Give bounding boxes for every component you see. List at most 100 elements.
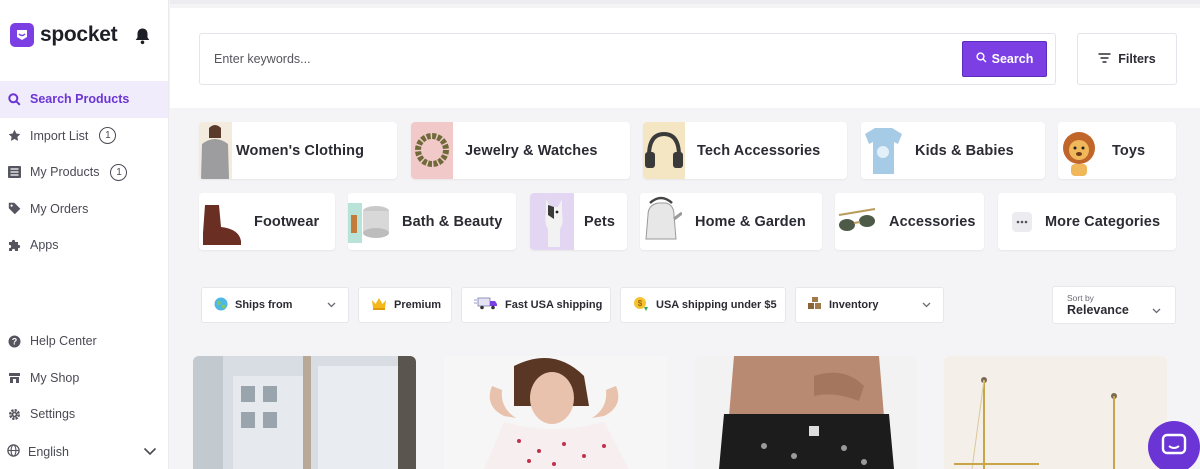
category-label: Kids & Babies — [915, 142, 1014, 159]
tech-accessories-thumbnail — [643, 122, 685, 179]
accessories-thumbnail — [835, 193, 879, 250]
category-home-garden[interactable]: Home & Garden — [640, 193, 822, 250]
category-womens-clothing[interactable]: Women's Clothing — [199, 122, 397, 179]
sort-caption: Sort by — [1067, 293, 1094, 303]
chip-label: Fast USA shipping — [505, 299, 603, 311]
sidebar-item-my-orders[interactable]: My Orders — [0, 191, 168, 228]
sidebar-item-help-center[interactable]: ? Help Center — [0, 323, 168, 360]
search-icon — [7, 92, 21, 106]
puzzle-icon — [7, 238, 21, 252]
sidebar-item-my-products[interactable]: My Products 1 — [0, 154, 168, 191]
more-dots-icon — [1012, 211, 1032, 232]
sidebar-secondary-nav: ? Help Center My Shop Settings — [0, 323, 168, 433]
gear-icon — [7, 407, 21, 421]
search-icon — [976, 52, 987, 66]
chat-support-button[interactable] — [1148, 421, 1200, 469]
category-kids-babies[interactable]: Kids & Babies — [861, 122, 1045, 179]
my-products-count-badge: 1 — [110, 163, 128, 181]
category-jewelry-watches[interactable]: Jewelry & Watches — [411, 122, 630, 179]
top-band — [170, 0, 1200, 4]
category-label: More Categories — [1045, 213, 1161, 230]
spocket-logo[interactable]: spocket — [10, 23, 118, 47]
category-pets[interactable]: Pets — [530, 193, 627, 250]
sidebar-item-label: Settings — [30, 407, 76, 422]
category-bath-beauty[interactable]: Bath & Beauty — [348, 193, 516, 250]
sidebar-item-my-shop[interactable]: My Shop — [0, 360, 168, 397]
search-button-label: Search — [991, 52, 1034, 66]
womens-clothing-thumbnail — [199, 122, 232, 179]
import-list-count-badge: 1 — [99, 127, 117, 145]
category-accessories[interactable]: Accessories — [835, 193, 984, 250]
chip-label: Inventory — [829, 299, 879, 311]
product-card[interactable] — [193, 356, 416, 469]
product-image — [944, 356, 1167, 469]
sidebar-item-apps[interactable]: Apps — [0, 227, 168, 264]
usa-shipping-under-5-chip[interactable]: $ USA shipping under $5 — [620, 287, 786, 323]
product-card[interactable] — [944, 356, 1167, 469]
category-footwear[interactable]: Footwear — [199, 193, 335, 250]
search-bar: Search — [199, 33, 1056, 85]
svg-text:?: ? — [11, 336, 17, 346]
jewelry-watches-thumbnail — [411, 122, 453, 179]
chip-label: Ships from — [235, 299, 293, 311]
search-input[interactable] — [214, 34, 954, 84]
category-more-categories[interactable]: More Categories — [998, 193, 1176, 250]
premium-filter-chip[interactable]: Premium — [358, 287, 452, 323]
sidebar-item-search-products[interactable]: Search Products — [0, 81, 168, 118]
chevron-down-icon — [327, 299, 336, 311]
search-button[interactable]: Search — [962, 41, 1047, 77]
crown-icon — [371, 297, 387, 313]
chip-label: USA shipping under $5 — [656, 299, 777, 311]
toys-thumbnail — [1058, 122, 1100, 179]
category-label: Home & Garden — [695, 213, 806, 230]
sidebar-item-label: Help Center — [30, 334, 97, 349]
svg-text:$: $ — [638, 299, 643, 308]
fast-usa-shipping-chip[interactable]: Fast USA shipping — [461, 287, 611, 323]
ships-from-dropdown[interactable]: Ships from — [201, 287, 349, 323]
star-icon — [7, 129, 21, 143]
globe-icon — [7, 444, 20, 460]
globe-icon — [214, 297, 228, 314]
filters-button[interactable]: Filters — [1077, 33, 1177, 85]
filter-lines-icon — [1098, 52, 1111, 66]
home-garden-thumbnail — [640, 193, 683, 250]
category-label: Footwear — [254, 213, 320, 230]
language-selector[interactable]: English — [7, 444, 157, 460]
chevron-down-icon — [922, 299, 931, 311]
boxes-icon — [808, 297, 822, 313]
tag-icon — [7, 202, 21, 216]
kids-babies-thumbnail — [861, 122, 906, 179]
product-image — [444, 356, 667, 469]
sidebar-item-label: Search Products — [30, 92, 130, 107]
category-tech-accessories[interactable]: Tech Accessories — [643, 122, 847, 179]
product-card[interactable] — [694, 356, 917, 469]
chip-label: Premium — [394, 299, 442, 311]
sort-by-dropdown[interactable]: Sort by Relevance — [1052, 286, 1176, 324]
inventory-dropdown[interactable]: Inventory — [795, 287, 944, 323]
category-label: Jewelry & Watches — [465, 142, 598, 159]
category-label: Toys — [1112, 142, 1146, 159]
product-image — [193, 356, 416, 469]
sidebar-item-label: Import List — [30, 128, 89, 143]
category-label: Bath & Beauty — [402, 213, 503, 230]
search-header: Search Filters — [170, 8, 1200, 108]
pets-thumbnail — [530, 193, 574, 250]
category-toys[interactable]: Toys — [1058, 122, 1176, 179]
sidebar-nav: Search Products Import List 1 My Product… — [0, 81, 168, 264]
product-card[interactable] — [444, 356, 667, 469]
help-icon: ? — [7, 334, 21, 348]
app-name: spocket — [40, 23, 118, 46]
notification-bell-icon[interactable] — [134, 27, 151, 50]
spocket-logo-icon — [10, 23, 34, 47]
sidebar-item-label: Apps — [30, 238, 59, 253]
sidebar-item-label: My Shop — [30, 370, 80, 385]
language-label: English — [28, 445, 69, 459]
sidebar-item-label: My Products — [30, 165, 100, 180]
category-label: Tech Accessories — [697, 142, 821, 159]
sidebar-item-import-list[interactable]: Import List 1 — [0, 118, 168, 155]
category-label: Women's Clothing — [236, 142, 365, 159]
filters-button-label: Filters — [1118, 52, 1156, 66]
sidebar-item-settings[interactable]: Settings — [0, 396, 168, 433]
chevron-down-icon — [143, 445, 157, 459]
chat-icon — [1161, 433, 1187, 462]
